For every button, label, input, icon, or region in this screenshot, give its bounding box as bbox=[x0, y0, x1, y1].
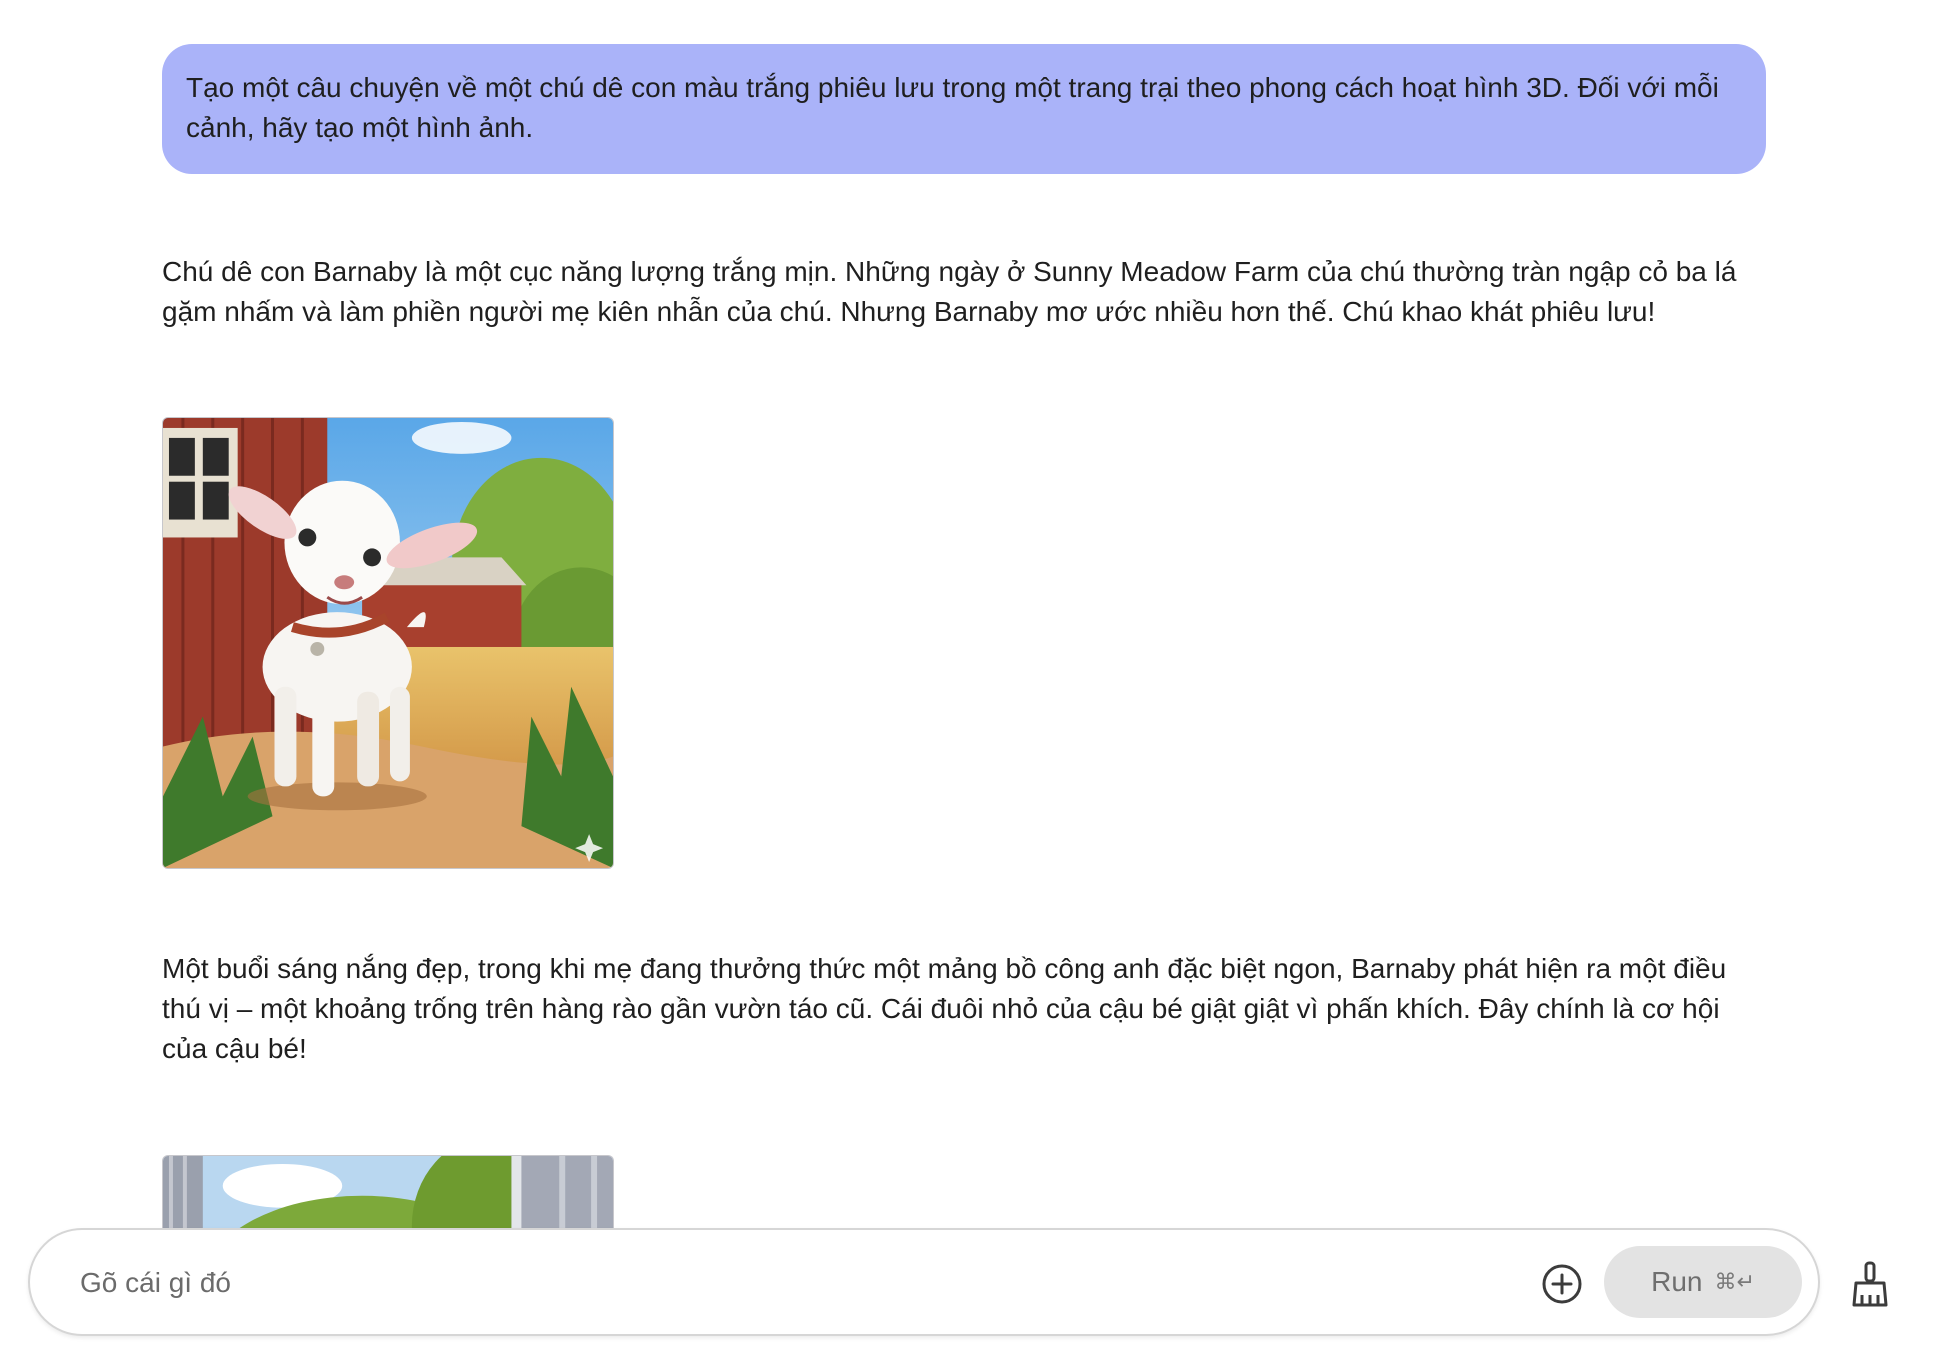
clear-chat-button[interactable] bbox=[1846, 1258, 1894, 1310]
story-paragraph-1: Chú dê con Barnaby là một cục năng lượng… bbox=[162, 256, 1737, 327]
story-image-1[interactable] bbox=[162, 417, 614, 869]
add-circle-icon bbox=[1542, 1264, 1582, 1304]
run-shortcut-hint: ⌘↵ bbox=[1714, 1269, 1755, 1294]
chat-area: Tạo một câu chuyện về một chú dê con màu… bbox=[0, 0, 1938, 1228]
orchard-gap-illustration bbox=[163, 1156, 613, 1228]
broom-icon bbox=[1852, 1261, 1888, 1307]
prompt-composer: Run ⌘↵ bbox=[28, 1228, 1820, 1336]
goat-barn-illustration bbox=[163, 418, 613, 868]
run-button[interactable]: Run ⌘↵ bbox=[1604, 1246, 1802, 1318]
run-button-label: Run bbox=[1651, 1266, 1703, 1297]
prompt-input[interactable] bbox=[78, 1258, 1482, 1308]
story-image-2[interactable] bbox=[162, 1155, 614, 1228]
add-attachment-button[interactable] bbox=[1536, 1258, 1588, 1310]
story-paragraph-2: Một buổi sáng nắng đẹp, trong khi mẹ đan… bbox=[162, 953, 1727, 1064]
user-prompt-bubble: Tạo một câu chuyện về một chú dê con màu… bbox=[162, 44, 1766, 174]
